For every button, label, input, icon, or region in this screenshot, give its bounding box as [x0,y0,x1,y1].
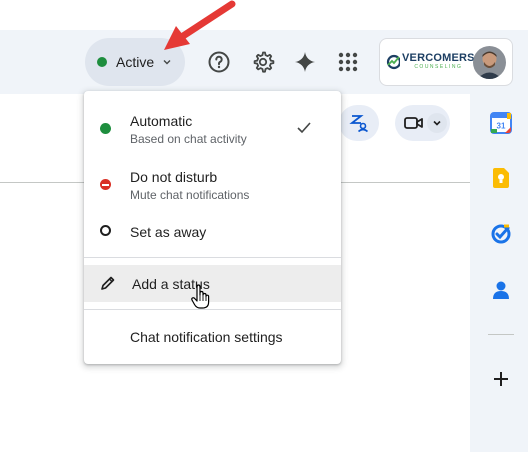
account-chip[interactable]: VERCOMERS COUNSELING [379,38,513,86]
contacts-icon[interactable] [485,274,517,306]
status-option-away[interactable]: Set as away [84,215,341,255]
chevron-down-icon [433,120,441,126]
video-camera-icon [404,117,423,129]
new-space-button[interactable] [339,105,379,141]
account-logo: VERCOMERS COUNSELING [402,53,475,71]
notification-settings-label: Chat notification settings [130,329,283,345]
calendar-day: 31 [497,122,506,131]
active-dot-icon [97,57,107,67]
apps-grid-icon[interactable] [334,48,362,76]
annotation-arrow-icon [164,0,236,50]
side-panel-divider [488,334,514,335]
menu-divider [84,309,341,310]
option-title: Automatic [130,113,193,129]
menu-divider [84,257,341,258]
option-subtitle: Based on chat activity [130,132,247,146]
avatar[interactable] [473,46,506,79]
option-title: Set as away [130,224,207,240]
keep-icon[interactable] [485,162,517,194]
red-minus-icon [100,179,111,190]
option-subtitle: Mute chat notifications [130,188,250,202]
side-panel [470,94,528,452]
away-circle-icon [100,225,111,236]
pencil-icon [101,276,115,290]
calendar-icon[interactable]: 31 [485,107,517,139]
logo-subtext: COUNSELING [414,64,463,70]
status-option-automatic[interactable]: Automatic Based on chat activity [84,103,341,155]
checkmark-icon [297,122,311,134]
chat-notification-settings-item[interactable]: Chat notification settings [84,317,341,357]
green-dot-icon [100,123,111,134]
hand-cursor-icon [191,284,210,309]
video-call-button[interactable] [395,105,450,141]
status-option-do-not-disturb[interactable]: Do not disturb Mute chat notifications [84,159,341,211]
add-app-icon[interactable] [485,363,517,395]
spaces-icon [349,115,369,133]
status-menu: Automatic Based on chat activity Do not … [84,91,341,364]
top-band [0,0,528,30]
logo-text: VERCOMERS [402,52,475,64]
add-status-item[interactable]: Add a status [84,265,341,302]
settings-gear-icon[interactable] [249,48,277,76]
gemini-sparkle-icon[interactable] [291,48,319,76]
tasks-icon[interactable] [485,218,517,250]
status-label: Active [116,54,155,70]
overcomers-logo-mark-icon [386,54,400,70]
option-title: Do not disturb [130,169,218,185]
